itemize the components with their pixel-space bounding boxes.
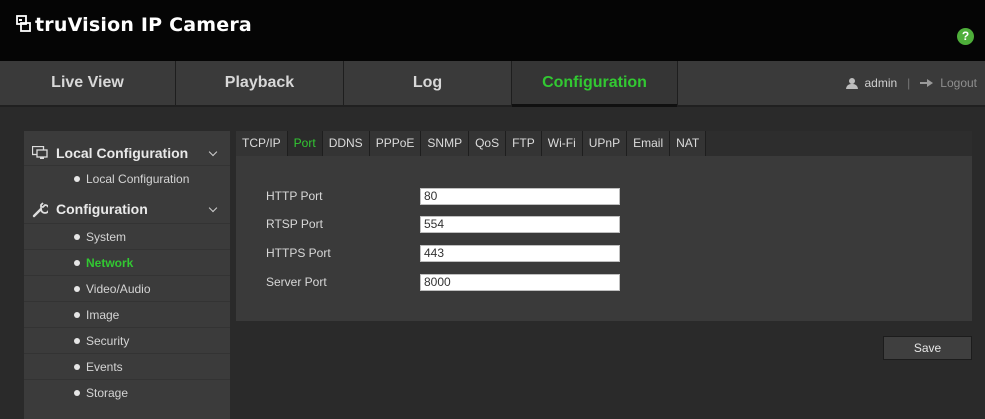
- bullet-icon: [74, 389, 80, 396]
- sidebar-section-label: Local Configuration: [56, 145, 189, 161]
- tab-pppoe[interactable]: PPPoE: [369, 131, 422, 156]
- truvision-logo-icon: [16, 15, 32, 35]
- tab-ftp[interactable]: FTP: [506, 131, 542, 156]
- tab-upnp[interactable]: UPnP: [582, 131, 628, 156]
- https-port-row: HTTPS Port 443: [266, 244, 620, 262]
- server-port-label: Server Port: [266, 275, 327, 289]
- bullet-icon: [74, 233, 80, 240]
- server-port-input[interactable]: 8000: [420, 273, 620, 291]
- rtsp-port-input[interactable]: 554: [420, 215, 620, 233]
- sidebar-item-label: Image: [86, 307, 120, 322]
- sidebar-item-events[interactable]: Events: [24, 353, 230, 379]
- tab-ddns[interactable]: DDNS: [322, 131, 370, 156]
- sidebar-item-label: Video/Audio: [86, 281, 151, 296]
- rtsp-port-label: RTSP Port: [266, 217, 323, 231]
- sidebar-item-image[interactable]: Image: [24, 301, 230, 327]
- nav-tab-live-view[interactable]: Live View: [0, 61, 176, 105]
- tab-tcp-ip[interactable]: TCP/IP: [236, 131, 288, 156]
- network-tabs: TCP/IP Port DDNS PPPoE SNMP QoS FTP Wi-F…: [236, 131, 972, 156]
- username: admin: [864, 76, 898, 90]
- nav-tab-playback[interactable]: Playback: [176, 61, 344, 105]
- bullet-icon: [74, 337, 80, 344]
- https-port-label: HTTPS Port: [266, 246, 331, 260]
- logout-link[interactable]: Logout: [940, 61, 977, 105]
- tab-email[interactable]: Email: [627, 131, 671, 156]
- sidebar-item-label: Local Configuration: [86, 171, 190, 186]
- user-area: admin | Logout: [846, 61, 977, 105]
- nav-tab-configuration[interactable]: Configuration: [512, 61, 678, 107]
- sidebar-item-label: System: [86, 229, 127, 244]
- help-icon[interactable]: ?: [957, 28, 974, 45]
- sidebar-item-system[interactable]: System: [24, 223, 230, 249]
- sidebar-item-video-audio[interactable]: Video/Audio: [24, 275, 230, 301]
- sidebar-item-storage[interactable]: Storage: [24, 379, 230, 405]
- sidebar-item-local-configuration[interactable]: Local Configuration: [24, 165, 230, 191]
- chevron-down-icon[interactable]: [208, 147, 218, 157]
- tab-qos[interactable]: QoS: [469, 131, 507, 156]
- config-sidebar: Local Configuration Local Configuration …: [24, 131, 230, 419]
- bullet-icon: [74, 285, 80, 292]
- bullet-icon: [74, 311, 80, 318]
- save-button[interactable]: Save: [883, 336, 972, 360]
- http-port-input[interactable]: 80: [420, 187, 620, 205]
- tab-nat[interactable]: NAT: [670, 131, 707, 156]
- app-header: truVision IP Camera ?: [0, 0, 985, 61]
- logout-icon[interactable]: [920, 79, 934, 87]
- sidebar-item-label: Security: [86, 333, 130, 348]
- main-nav: Live View Playback Log Configuration adm…: [0, 61, 985, 107]
- sidebar-item-network[interactable]: Network: [24, 249, 230, 275]
- nav-tab-log[interactable]: Log: [344, 61, 512, 105]
- sidebar-item-label: Events: [86, 359, 123, 374]
- rtsp-port-row: RTSP Port 554: [266, 215, 620, 233]
- monitor-icon: [31, 145, 48, 160]
- chevron-down-icon[interactable]: [208, 203, 218, 213]
- network-settings-panel: TCP/IP Port DDNS PPPoE SNMP QoS FTP Wi-F…: [236, 131, 972, 321]
- tab-bar-filler: [706, 131, 972, 156]
- tab-wifi[interactable]: Wi-Fi: [541, 131, 583, 156]
- tab-snmp[interactable]: SNMP: [421, 131, 470, 156]
- bullet-icon: [74, 363, 80, 370]
- user-separator: |: [907, 76, 911, 90]
- sidebar-section-configuration[interactable]: Configuration: [24, 193, 230, 225]
- wrench-icon: [32, 202, 50, 218]
- sidebar-section-label: Configuration: [56, 201, 148, 217]
- http-port-label: HTTP Port: [266, 189, 323, 203]
- bullet-icon: [74, 259, 80, 266]
- user-icon: [846, 77, 859, 89]
- app-title: truVision IP Camera: [35, 14, 252, 36]
- sidebar-item-security[interactable]: Security: [24, 327, 230, 353]
- https-port-input[interactable]: 443: [420, 244, 620, 262]
- sidebar-item-label: Network: [86, 255, 134, 270]
- bullet-icon: [74, 175, 80, 182]
- tab-port[interactable]: Port: [287, 131, 323, 156]
- app-logo: truVision IP Camera: [16, 14, 252, 36]
- http-port-row: HTTP Port 80: [266, 187, 620, 205]
- action-area: [236, 321, 972, 419]
- server-port-row: Server Port 8000: [266, 273, 620, 291]
- sidebar-item-label: Storage: [86, 385, 129, 400]
